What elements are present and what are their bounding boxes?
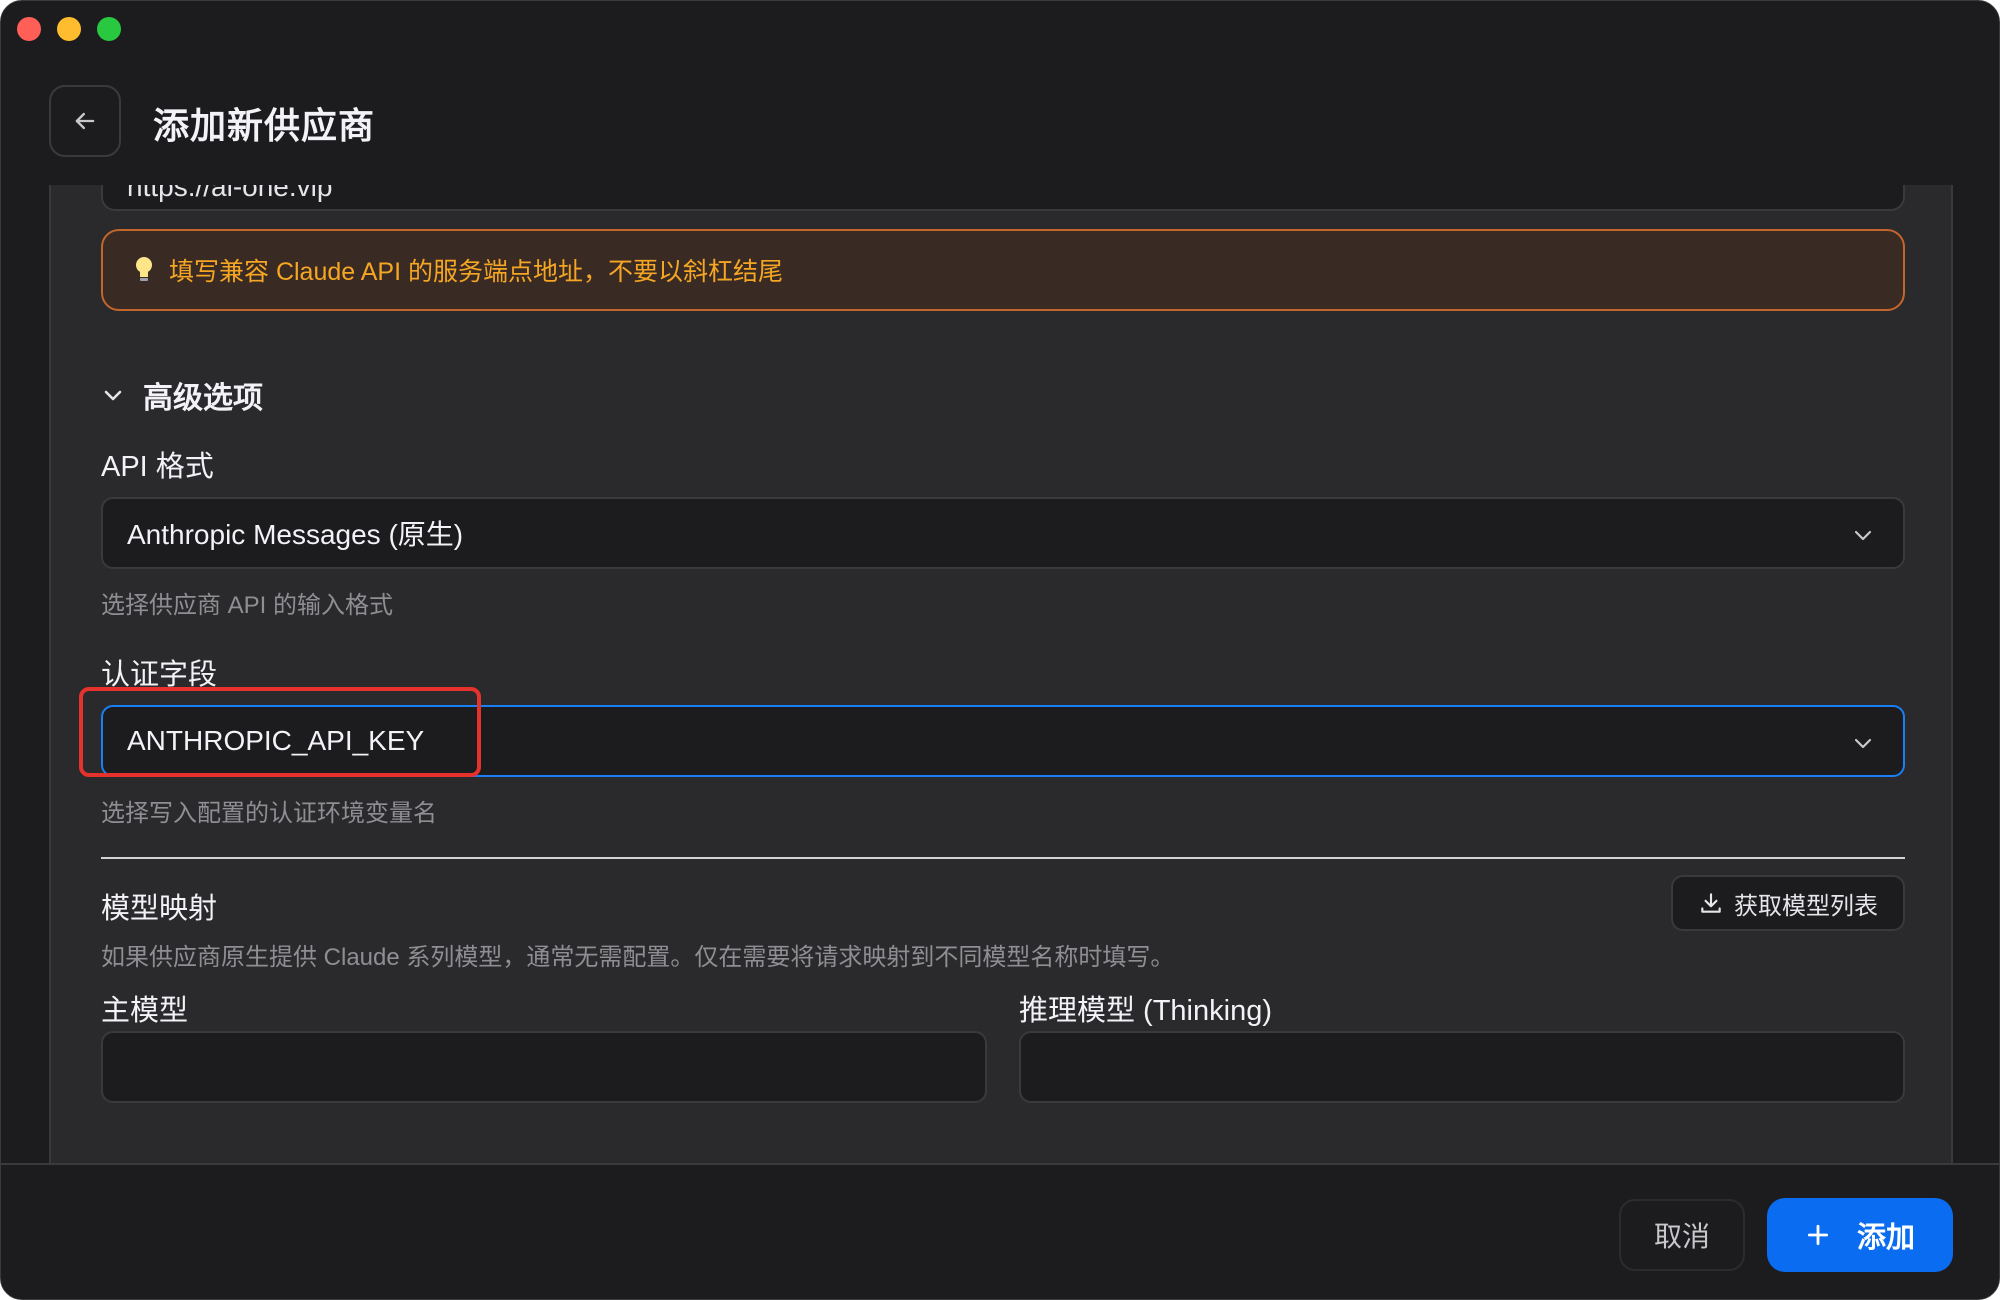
add-button-label: 添加 — [1856, 1222, 1915, 1254]
endpoint-url-input[interactable]: https://ai-one.vip — [101, 185, 1905, 211]
section-divider — [101, 857, 1905, 859]
main-model-input[interactable] — [101, 1031, 987, 1103]
page-title: 添加新供应商 — [153, 105, 376, 146]
annotation-highlight-box — [79, 687, 481, 777]
lightbulb-icon — [136, 257, 152, 281]
download-icon — [1701, 893, 1721, 913]
chevron-down-icon — [1854, 530, 1872, 541]
chevron-down-icon — [1854, 738, 1872, 749]
chevron-down-icon — [104, 390, 122, 401]
advanced-options-toggle[interactable]: 高级选项 — [101, 373, 263, 417]
endpoint-hint-banner: 填写兼容 Claude API 的服务端点地址，不要以斜杠结尾 — [101, 229, 1905, 311]
main-model-label: 主模型 — [101, 995, 189, 1027]
arrow-left-icon — [75, 112, 95, 130]
plus-icon — [1807, 1224, 1829, 1246]
window-controls — [17, 17, 121, 41]
fetch-model-list-label: 获取模型列表 — [1734, 892, 1878, 920]
minimize-window-button[interactable] — [57, 17, 81, 41]
add-button[interactable]: 添加 — [1767, 1198, 1953, 1272]
cancel-button[interactable]: 取消 — [1619, 1199, 1745, 1271]
fetch-model-list-button[interactable]: 获取模型列表 — [1671, 875, 1905, 931]
auth-field-help: 选择写入配置的认证环境变量名 — [101, 800, 437, 827]
form-panel[interactable]: https://ai-one.vip 填写兼容 Claude API 的服务端点… — [49, 185, 1953, 1165]
close-window-button[interactable] — [17, 17, 41, 41]
reasoning-model-input[interactable] — [1019, 1031, 1905, 1103]
api-format-help: 选择供应商 API 的输入格式 — [101, 592, 394, 619]
dialog-footer: 取消 添加 — [1, 1163, 1999, 1299]
advanced-options-label: 高级选项 — [143, 382, 263, 415]
app-window: 添加新供应商 https://ai-one.vip 填写兼容 Claude AP… — [0, 0, 2000, 1300]
api-format-select[interactable]: Anthropic Messages (原生) — [101, 497, 1905, 569]
maximize-window-button[interactable] — [97, 17, 121, 41]
endpoint-hint-text: 填写兼容 Claude API 的服务端点地址，不要以斜杠结尾 — [169, 258, 783, 286]
endpoint-url-value: https://ai-one.vip — [127, 185, 333, 202]
model-mapping-title: 模型映射 — [101, 893, 218, 925]
back-button[interactable] — [49, 85, 121, 157]
reasoning-model-label: 推理模型 (Thinking) — [1019, 995, 1272, 1027]
api-format-value: Anthropic Messages (原生) — [127, 519, 464, 550]
api-format-label: API 格式 — [101, 451, 214, 483]
model-mapping-description: 如果供应商原生提供 Claude 系列模型，通常无需配置。仅在需要将请求映射到不… — [101, 944, 1175, 971]
